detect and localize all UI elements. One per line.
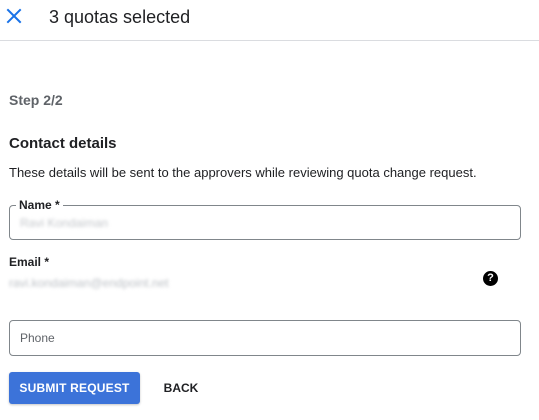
contact-details-heading: Contact details bbox=[9, 135, 117, 152]
panel-title: 3 quotas selected bbox=[49, 7, 191, 27]
name-field[interactable]: Name * Ravi Kondaiman bbox=[9, 197, 521, 240]
quota-request-panel: 3 quotas selected Step 2/2 Contact detai… bbox=[0, 0, 539, 420]
close-icon bbox=[6, 8, 22, 24]
name-field-label: Name * bbox=[16, 197, 63, 213]
name-field-value: Ravi Kondaiman bbox=[20, 216, 109, 230]
back-button[interactable]: BACK bbox=[152, 372, 210, 404]
contact-details-description: These details will be sent to the approv… bbox=[9, 165, 477, 180]
email-label: Email * bbox=[9, 255, 50, 269]
close-button[interactable] bbox=[2, 4, 26, 28]
help-circle-icon[interactable]: ? bbox=[483, 271, 498, 286]
panel-header: 3 quotas selected bbox=[0, 0, 539, 41]
email-value: ravi.kondaiman@endpoint.net bbox=[9, 276, 169, 290]
phone-input[interactable] bbox=[10, 321, 520, 355]
phone-field[interactable] bbox=[9, 320, 521, 356]
step-indicator: Step 2/2 bbox=[9, 92, 63, 108]
submit-request-button[interactable]: SUBMIT REQUEST bbox=[9, 372, 140, 404]
